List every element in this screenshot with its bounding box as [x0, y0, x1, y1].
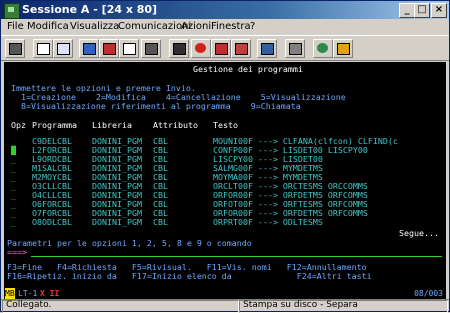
menu-bar: File Modifica Visualizza Comunicazioni A… [1, 19, 449, 34]
header-libreria: Libreria [92, 120, 132, 130]
menu-finestra[interactable]: Finestra [211, 21, 251, 32]
color-icon[interactable] [285, 39, 305, 58]
header-opz: Opz [11, 120, 26, 130]
menu-azioni[interactable]: Azioni [181, 21, 211, 32]
row-programma: O8ODLCBL [32, 217, 72, 227]
oia-session: LT-1 [18, 289, 38, 298]
oia-mode: MB [5, 288, 15, 299]
options-line-2: 8=Visualizzazione riferimenti al program… [21, 101, 301, 111]
emulator-window: Sessione A - [24 x 80] _ □ × File Modifi… [0, 0, 450, 313]
play-icon[interactable] [211, 39, 231, 58]
function-keys-2: F16=Ripetiz. inizio da F17=Inizio elenco… [7, 271, 372, 281]
print-icon[interactable] [5, 39, 25, 58]
command-line-input[interactable] [31, 256, 442, 257]
status-bar: Collegato. Stampa su disco - Separa [1, 299, 449, 313]
connection-status: Collegato. [6, 300, 52, 310]
title-bar[interactable]: Sessione A - [24 x 80] _ □ × [1, 1, 449, 19]
header-programma: Programma [32, 120, 77, 130]
window-title: Sessione A - [24 x 80] [22, 3, 158, 16]
paste-icon[interactable] [53, 39, 73, 58]
minimize-button[interactable]: _ [399, 3, 415, 18]
display-icon[interactable] [119, 39, 139, 58]
copy-icon[interactable] [33, 39, 53, 58]
send-icon[interactable] [79, 39, 99, 58]
row-libreria: DONINI_PGM [92, 217, 142, 227]
macro-icon[interactable] [141, 39, 161, 58]
print-status: Stampa su disco - Separa [243, 300, 358, 310]
globe-icon[interactable] [313, 39, 333, 58]
row-testo: ORPRT00F ---> ODLTESMS [213, 217, 323, 227]
oia-cursor-position: 08/003 [414, 289, 443, 298]
header-attributo: Attributo [153, 120, 198, 130]
maximize-button[interactable]: □ [414, 3, 430, 18]
menu-visualizza[interactable]: Visualizza [70, 21, 119, 32]
customize-icon[interactable] [257, 39, 277, 58]
close-button[interactable]: × [431, 3, 447, 18]
menu-modifica[interactable]: Modifica [27, 21, 69, 32]
menu-help[interactable]: ? [250, 21, 255, 32]
row-attributo: CBL [153, 217, 168, 227]
opz-field[interactable]: _ [11, 217, 16, 227]
record-icon[interactable] [169, 39, 189, 58]
menu-file[interactable]: File [7, 21, 24, 32]
terminal-screen[interactable]: Gestione dei programmi Immettere le opzi… [4, 62, 446, 289]
command-prompt: ===> [7, 247, 27, 257]
stop-icon[interactable] [191, 39, 211, 58]
help-icon[interactable] [333, 39, 353, 58]
oia-line: MB LT-1 X II 08/003 [4, 288, 446, 299]
param-label: Parametri per le opzioni 1, 2, 5, 8 e 9 … [7, 238, 252, 248]
receive-icon[interactable] [99, 39, 119, 58]
script-icon[interactable] [231, 39, 251, 58]
session-app-icon [4, 3, 20, 19]
header-testo: Testo [213, 120, 238, 130]
toolbar [1, 35, 449, 61]
screen-title: Gestione dei programmi [193, 64, 303, 74]
more-indicator: Segue... [399, 228, 439, 238]
oia-error: X II [40, 289, 60, 298]
